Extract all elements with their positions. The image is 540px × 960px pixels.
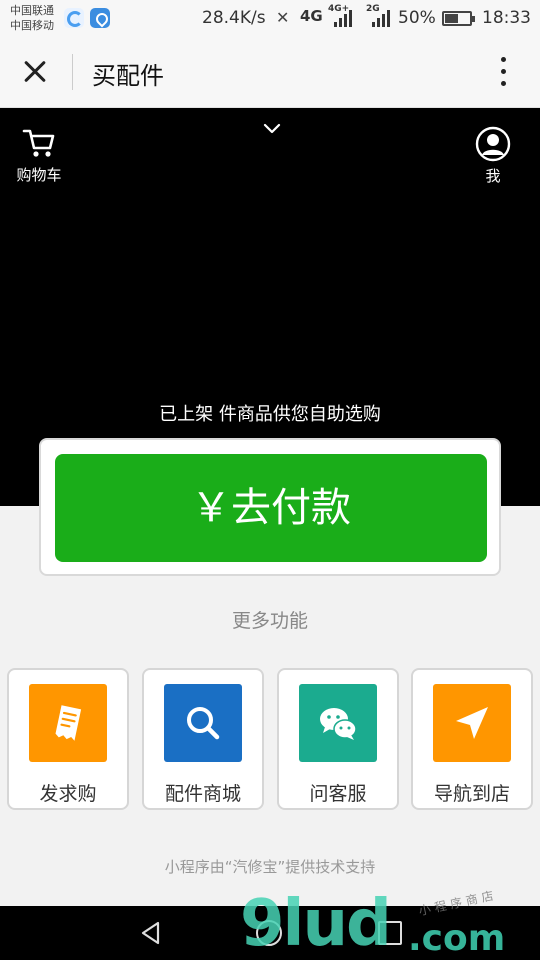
navigation-arrow-icon: [456, 707, 488, 739]
mute-icon: ✕: [276, 8, 290, 27]
search-icon: [187, 707, 220, 740]
status-bar: 中国联通 中国移动 28.4K/s ✕ 4G 4G+ 2G 50% 18:33: [0, 0, 540, 36]
carrier-2: 中国移动: [10, 19, 54, 32]
header-divider: [72, 54, 73, 90]
battery-fill: [445, 14, 458, 23]
profile-label: 我: [485, 167, 501, 185]
close-button[interactable]: [18, 54, 54, 90]
home-icon[interactable]: [256, 920, 282, 946]
recent-apps-icon[interactable]: [378, 921, 402, 945]
carrier-1: 中国联通: [10, 4, 54, 17]
network-type-1: 4G: [300, 7, 323, 25]
back-icon[interactable]: [138, 920, 164, 946]
system-navigation-bar: [0, 906, 540, 960]
tech-support-text: 小程序由“汽修宝”提供技术支持: [164, 858, 376, 876]
user-avatar-icon: [475, 126, 511, 162]
profile-button[interactable]: 我: [470, 126, 516, 186]
carrier-names: 中国联通 中国移动: [10, 3, 54, 33]
pay-card: ￥去付款: [39, 438, 501, 576]
pay-button[interactable]: ￥去付款: [55, 454, 487, 562]
tile-label: 配件商城: [164, 783, 241, 805]
chevron-down-icon[interactable]: [263, 120, 281, 138]
clock: 18:33: [482, 8, 531, 28]
signal-bars-icon: [334, 10, 352, 27]
tile-parts-mall[interactable]: 配件商城: [142, 668, 264, 810]
tile-icon-bg: [29, 684, 107, 762]
tile-label: 问客服: [309, 783, 367, 805]
more-features-title: 更多功能: [231, 610, 308, 632]
tile-label: 发求购: [39, 783, 97, 805]
network-speed: 28.4K/s: [202, 8, 266, 28]
navigation-header: 买配件: [0, 36, 540, 108]
tile-customer-service[interactable]: 问客服: [277, 668, 399, 810]
cart-icon: [22, 129, 55, 157]
product-count-text: 已上架 件商品供您自助选购: [159, 404, 381, 425]
tile-icon-bg: [433, 684, 511, 762]
signal-bars-icon-2: [372, 10, 390, 27]
tile-label: 导航到店: [433, 783, 510, 805]
battery-percent: 50%: [398, 8, 436, 28]
more-menu-button[interactable]: [492, 54, 516, 90]
tile-icon-bg: [299, 684, 377, 762]
cart-label: 购物车: [16, 166, 62, 184]
cart-button[interactable]: 购物车: [8, 126, 70, 185]
receipt-icon: [55, 705, 82, 741]
wechat-chat-icon: [320, 708, 357, 740]
tile-post-request[interactable]: 发求购: [7, 668, 129, 810]
tile-navigate-to-store[interactable]: 导航到店: [411, 668, 533, 810]
tile-icon-bg: [164, 684, 242, 762]
page-title: 买配件: [92, 62, 164, 90]
location-app-icon: [90, 8, 110, 28]
battery-icon: [442, 11, 475, 26]
sync-app-icon: [64, 8, 84, 28]
